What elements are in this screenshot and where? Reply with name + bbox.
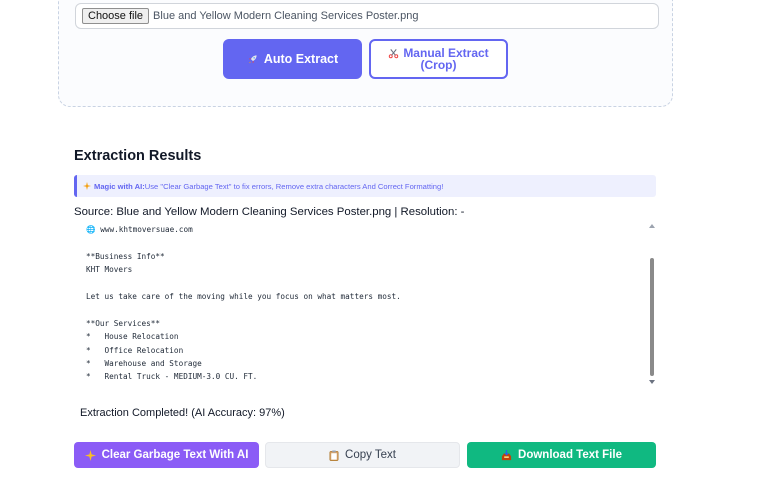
scroll-up-arrow-icon[interactable]	[649, 224, 655, 228]
scrollbar[interactable]	[648, 220, 656, 388]
results-title: Extraction Results	[74, 148, 202, 164]
inbox-tray-icon	[501, 449, 512, 461]
clear-garbage-text-button[interactable]: Clear Garbage Text With AI	[74, 442, 259, 468]
copy-text-label: Copy Text	[345, 449, 396, 461]
banner-text: Use "Clear Garbage Text" to fix errors, …	[144, 181, 444, 191]
auto-extract-button[interactable]: Auto Extract	[223, 39, 362, 79]
scroll-thumb[interactable]	[650, 258, 654, 376]
auto-extract-label: Auto Extract	[263, 52, 339, 66]
scroll-down-arrow-icon[interactable]	[649, 380, 655, 384]
clear-garbage-label: Clear Garbage Text With AI	[101, 449, 249, 461]
scissors-icon	[388, 48, 399, 59]
copy-text-button[interactable]: Copy Text	[265, 442, 460, 468]
extracted-text: 🌐 www.khtmoversuae.com **Business Info**…	[86, 225, 401, 382]
extracted-text-area[interactable]: 🌐 www.khtmoversuae.com **Business Info**…	[74, 220, 658, 388]
manual-extract-button[interactable]: Manual Extract (Crop)	[369, 39, 508, 79]
manual-extract-sublabel: (Crop)	[420, 58, 457, 72]
file-input[interactable]: Choose file Blue and Yellow Modern Clean…	[75, 3, 659, 29]
extraction-status: Extraction Completed! (AI Accuracy: 97%)	[80, 407, 285, 419]
sparkles-icon	[83, 182, 91, 190]
magic-ai-banner: Magic with AI: Use "Clear Garbage Text" …	[74, 175, 656, 197]
download-text-file-button[interactable]: Download Text File	[467, 442, 656, 468]
download-text-label: Download Text File	[518, 449, 622, 461]
rocket-icon	[247, 54, 258, 65]
selected-file-name: Blue and Yellow Modern Cleaning Services…	[153, 10, 419, 22]
choose-file-button[interactable]: Choose file	[82, 8, 150, 24]
banner-title: Magic with AI:	[94, 181, 145, 191]
upload-panel: Choose file Blue and Yellow Modern Clean…	[58, 0, 673, 107]
source-info: Source: Blue and Yellow Modern Cleaning …	[74, 206, 465, 218]
sparkles-icon	[84, 449, 96, 461]
clipboard-icon	[329, 449, 339, 461]
